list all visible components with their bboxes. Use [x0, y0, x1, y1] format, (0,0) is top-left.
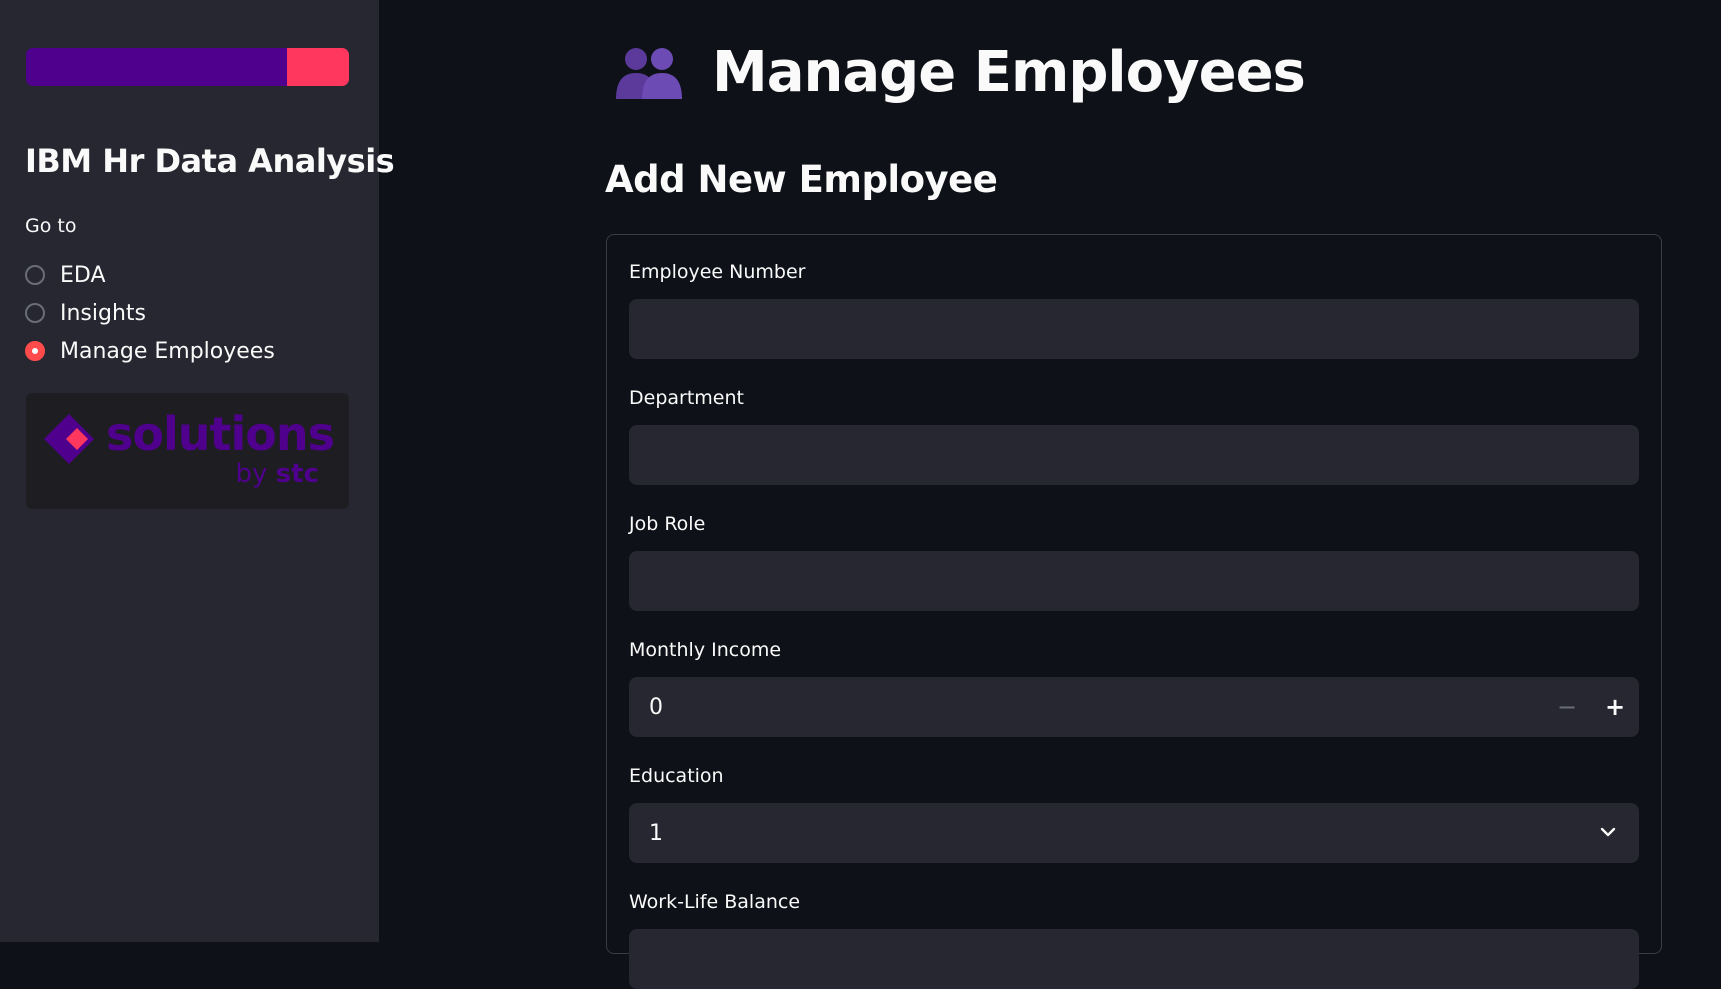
education-field: Education 1: [629, 765, 1639, 863]
work-life-balance-field: Work-Life Balance: [629, 891, 1639, 989]
field-label: Monthly Income: [629, 639, 782, 661]
sidebar: IBM Hr Data Analysis Go to EDA Insights …: [0, 0, 395, 942]
input-value: 0: [649, 694, 663, 720]
nav-option-insights[interactable]: Insights: [25, 294, 275, 332]
radio-button[interactable]: [25, 265, 45, 285]
navigation-label: Go to: [25, 215, 77, 237]
selected-value: 1: [649, 820, 663, 846]
field-label: Education: [629, 765, 724, 787]
brand-bar-pink: [287, 48, 349, 86]
nav-option-label: Manage Employees: [60, 338, 275, 364]
department-input[interactable]: [629, 425, 1639, 485]
chevron-down-icon: [1600, 827, 1616, 837]
field-label: Job Role: [629, 513, 706, 535]
monthly-income-field: Monthly Income 0 − +: [629, 639, 1639, 737]
busts-in-silhouette-icon: [616, 47, 682, 99]
department-field: Department: [629, 387, 1639, 485]
navigation-radio-group: EDA Insights Manage Employees: [25, 256, 275, 370]
increment-button[interactable]: +: [1591, 677, 1639, 737]
job-role-input[interactable]: [629, 551, 1639, 611]
nav-option-label: EDA: [60, 262, 106, 288]
brand-color-bar: [26, 48, 349, 86]
radio-button-selected[interactable]: [25, 341, 45, 361]
field-label: Department: [629, 387, 744, 409]
nav-option-label: Insights: [60, 300, 147, 326]
work-life-balance-select[interactable]: [629, 929, 1639, 989]
sidebar-title: IBM Hr Data Analysis: [25, 142, 395, 180]
logo-byline: by stc: [236, 459, 319, 489]
employee-number-input[interactable]: [629, 299, 1639, 359]
nav-option-eda[interactable]: EDA: [25, 256, 275, 294]
field-label: Work-Life Balance: [629, 891, 801, 913]
logo-by-text: by: [235, 459, 268, 489]
section-title: Add New Employee: [605, 158, 998, 201]
education-select[interactable]: 1: [629, 803, 1639, 863]
logo-stc-text: stc: [275, 459, 319, 489]
add-employee-form: Employee Number Department Job Role Mont…: [606, 234, 1662, 989]
logo-wordmark: solutions: [106, 407, 335, 461]
brand-bar-purple: [26, 48, 287, 86]
page-header: Manage Employees: [614, 40, 1306, 105]
job-role-field: Job Role: [629, 513, 1639, 611]
monthly-income-input[interactable]: 0 − +: [629, 677, 1639, 737]
field-label: Employee Number: [629, 261, 806, 283]
solutions-by-stc-logo: solutions by stc: [26, 393, 349, 509]
nav-option-manage-employees[interactable]: Manage Employees: [25, 332, 275, 370]
diamond-logo-icon: [44, 414, 94, 464]
page-title: Manage Employees: [712, 40, 1306, 105]
decrement-button[interactable]: −: [1543, 677, 1591, 737]
employee-number-field: Employee Number: [629, 261, 1639, 359]
number-stepper: − +: [1543, 677, 1639, 737]
radio-button[interactable]: [25, 303, 45, 323]
